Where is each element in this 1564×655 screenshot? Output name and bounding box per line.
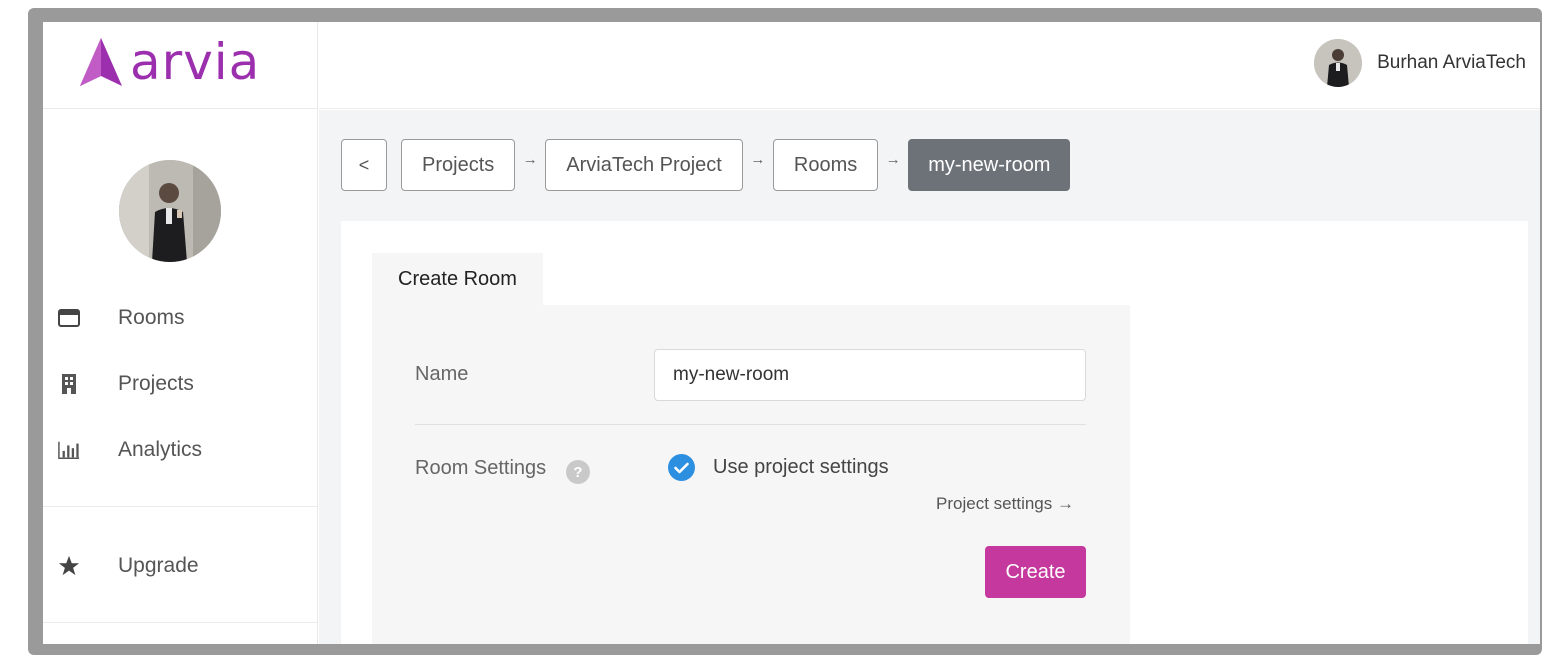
project-settings-link[interactable]: Project settings → xyxy=(936,494,1074,514)
window-icon xyxy=(58,307,80,329)
create-room-form: Name Room Settings ? Use project setting… xyxy=(372,305,1130,644)
sidebar-item-rooms[interactable]: Rooms xyxy=(43,295,318,341)
app-window: arvia Rooms Projects Analytics Upgrade B… xyxy=(43,22,1540,644)
profile-avatar[interactable] xyxy=(119,160,221,262)
sidebar-item-label: Upgrade xyxy=(118,554,199,577)
bar-chart-icon xyxy=(58,439,80,461)
sidebar-divider xyxy=(43,108,318,109)
sidebar-item-label: Rooms xyxy=(118,306,185,329)
star-icon xyxy=(58,555,80,577)
create-room-panel: Create Room Name Room Settings ? Use pro… xyxy=(341,221,1528,644)
form-divider xyxy=(415,424,1086,425)
sidebar-divider xyxy=(43,622,318,623)
top-header: Burhan ArviaTech xyxy=(319,22,1540,109)
person-photo-icon xyxy=(119,160,221,262)
tab-create-room[interactable]: Create Room xyxy=(372,253,543,305)
sidebar-item-upgrade[interactable]: Upgrade xyxy=(43,543,318,589)
back-button[interactable]: < xyxy=(341,139,387,191)
main-content: < Projects → ArviaTech Project → Rooms →… xyxy=(319,110,1540,644)
use-project-settings-label: Use project settings xyxy=(713,456,889,478)
breadcrumb: < Projects → ArviaTech Project → Rooms →… xyxy=(341,139,1071,191)
room-settings-label: Room Settings xyxy=(415,457,547,479)
sidebar-divider xyxy=(43,506,318,507)
create-button[interactable]: Create xyxy=(985,546,1086,598)
room-name-input[interactable] xyxy=(654,349,1086,401)
brand-logo[interactable]: arvia xyxy=(78,32,260,92)
sidebar: arvia Rooms Projects Analytics Upgrade xyxy=(43,22,318,644)
breadcrumb-project[interactable]: ArviaTech Project xyxy=(545,139,743,191)
brand-name: arvia xyxy=(130,33,261,91)
arvia-logo-icon xyxy=(80,38,122,86)
sidebar-item-projects[interactable]: Projects xyxy=(43,361,318,407)
name-label: Name xyxy=(415,363,469,385)
building-icon xyxy=(58,373,80,395)
use-project-settings-checkbox[interactable]: Use project settings xyxy=(668,454,889,481)
breadcrumb-current-room[interactable]: my-new-room xyxy=(908,139,1071,191)
breadcrumb-projects[interactable]: Projects xyxy=(401,139,516,191)
breadcrumb-arrow-icon: → xyxy=(750,150,766,168)
user-name: Burhan ArviaTech xyxy=(1377,52,1526,73)
user-avatar xyxy=(1314,39,1363,87)
breadcrumb-arrow-icon: → xyxy=(885,150,901,168)
sidebar-item-analytics[interactable]: Analytics xyxy=(43,427,318,473)
breadcrumb-arrow-icon: → xyxy=(522,150,538,168)
sidebar-item-label: Projects xyxy=(118,372,194,395)
person-photo-icon xyxy=(1314,39,1363,87)
help-icon[interactable]: ? xyxy=(566,460,590,484)
user-menu[interactable]: Burhan ArviaTech xyxy=(1314,38,1526,88)
breadcrumb-rooms[interactable]: Rooms xyxy=(772,139,879,191)
sidebar-item-label: Analytics xyxy=(118,438,203,461)
checkmark-icon xyxy=(668,454,695,481)
